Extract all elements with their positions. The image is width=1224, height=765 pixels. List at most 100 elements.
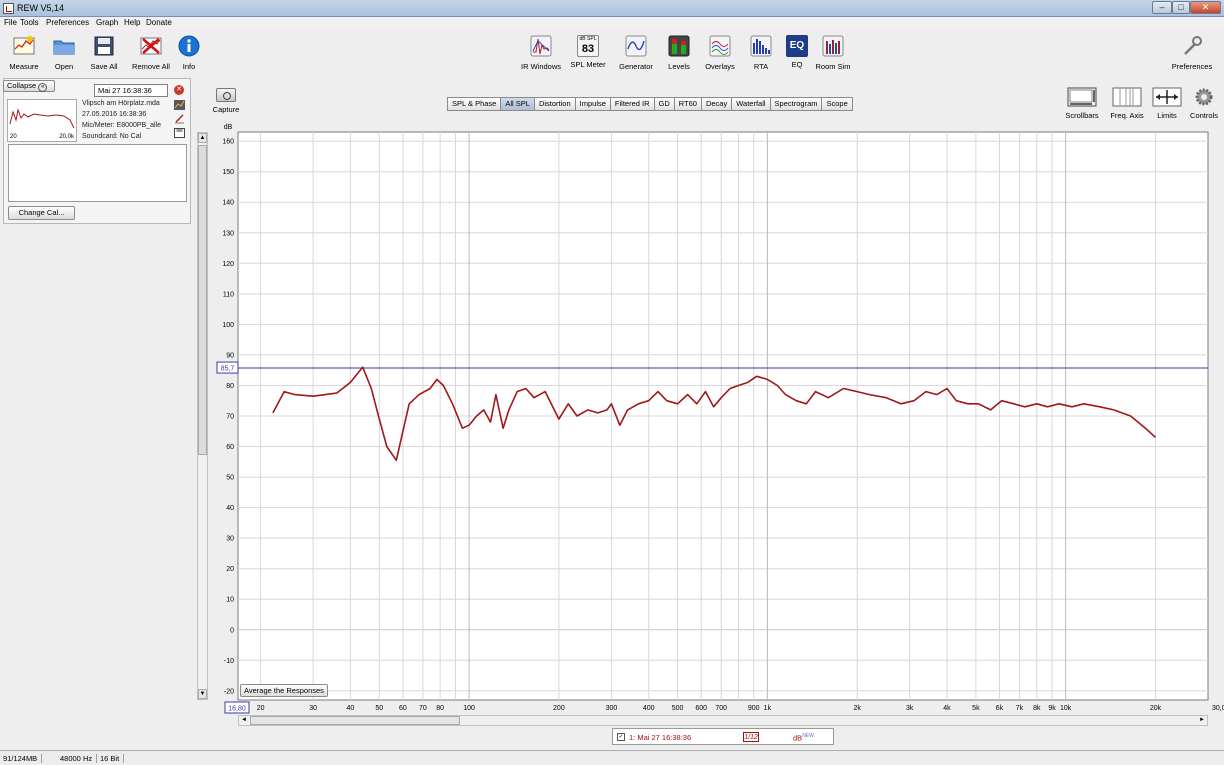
tab-scope[interactable]: Scope [821,97,853,111]
thumbnail-min-label: 20 [10,134,17,140]
menu-graph[interactable]: Graph [96,18,118,27]
y-readout: 85,7 [221,366,235,373]
tab-distortion[interactable]: Distortion [533,97,576,111]
limits-label: Limits [1157,111,1177,120]
wrench-icon [1184,36,1202,55]
levels-label: Levels [668,62,690,71]
measurement-thumbnail[interactable]: 20 20,0k [7,99,77,142]
menu-preferences[interactable]: Preferences [46,18,89,27]
trace-visible-checkbox[interactable]: ✓ [617,733,625,741]
y-tick-label: 90 [226,352,234,359]
average-responses-button[interactable]: Average the Responses [240,684,328,697]
info-button[interactable]: Info [178,35,200,71]
x-tick-label: 40 [346,705,354,712]
tab-all-spl[interactable]: All SPL [500,97,535,111]
x-tick-label: 30 [309,705,317,712]
rta-label: RTA [753,62,769,71]
limits-icon [1152,87,1182,107]
controls-gear-icon [1195,88,1213,106]
room-sim-button[interactable]: Room Sim [814,35,852,71]
tab-waterfall[interactable]: Waterfall [731,97,771,111]
maximize-button[interactable]: □ [1172,1,1190,14]
levels-button[interactable]: Levels [663,35,695,71]
preferences-button[interactable]: Preferences [1168,35,1216,71]
tab-rt60[interactable]: RT60 [673,97,702,111]
status-bar: 91/124MB 48000 Hz 16 Bit [0,750,1224,765]
spl-meter-value: 83 [581,43,595,55]
tab-gd[interactable]: GD [653,97,675,111]
y-tick-label: 120 [222,261,234,268]
scrollbars-button[interactable]: Scrollbars [1062,87,1102,120]
pencil-icon[interactable] [174,114,185,124]
horizontal-scroll-thumb[interactable] [250,716,460,725]
edit-graph-icon[interactable] [174,100,185,110]
change-cal-button[interactable]: Change Cal... [8,206,75,220]
rta-button[interactable]: RTA [748,35,774,71]
ir-windows-button[interactable]: IR Windows [519,35,563,71]
x-tick-label: 20 [257,705,265,712]
tab-spectrogram[interactable]: Spectrogram [769,97,823,111]
scroll-left-icon[interactable]: ◄ [239,716,249,725]
vertical-scrollbar[interactable]: ▲ ▼ [197,132,208,700]
y-tick-label: 100 [222,322,234,329]
ir-windows-label: IR Windows [520,62,561,71]
info-icon [178,35,200,57]
scroll-up-icon[interactable]: ▲ [198,133,207,143]
menu-donate[interactable]: Donate [146,18,172,27]
y-axis-unit-label: dB [224,124,233,131]
y-tick-label: 150 [222,169,234,176]
spl-meter-button[interactable]: dB SPL 83 SPL Meter [569,35,607,69]
close-window-button[interactable]: ✕ [1190,1,1221,14]
tab-decay[interactable]: Decay [700,97,733,111]
generator-button[interactable]: Generator [616,35,656,71]
y-tick-label: 130 [222,230,234,237]
x-tick-label: 2k [853,705,861,712]
title-bar: REW V5,14 – □ ✕ [0,0,1224,17]
minimize-button[interactable]: – [1152,1,1172,14]
open-button[interactable]: Open [48,35,80,71]
x-tick-label: 300 [606,705,618,712]
save-all-label: Save All [90,62,118,71]
smoothing-indicator[interactable]: 1/12 [743,732,759,742]
menu-file[interactable]: File [4,18,17,27]
tab-spl-phase[interactable]: SPL & Phase [447,97,502,111]
x-tick-label: 70 [419,705,427,712]
save-all-button[interactable]: Save All [86,35,122,71]
y-tick-label: 20 [226,566,234,573]
x-tick-label: 900 [748,705,760,712]
scroll-right-icon[interactable]: ► [1197,716,1207,725]
controls-button[interactable]: Controls [1186,87,1222,120]
menu-tools[interactable]: Tools [20,18,39,27]
x-readout: 16,80 [228,706,246,713]
tab-filtered-ir[interactable]: Filtered IR [609,97,655,111]
overlays-button[interactable]: Overlays [702,35,738,71]
measurement-name-field[interactable]: Mai 27 16:38:36 [94,84,168,97]
notes-textarea[interactable] [8,144,187,202]
remove-measurement-icon[interactable]: ✕ [174,85,184,95]
spl-graph[interactable]: dB 1601501401301201101009080706050403020… [208,120,1224,715]
x-tick-label: 9k [1048,705,1056,712]
tab-impulse[interactable]: Impulse [574,97,611,111]
measurement-file: Vlipsch am Hörplatz.mda [82,100,160,107]
scroll-down-icon[interactable]: ▼ [198,689,207,699]
overlays-label: Overlays [705,62,735,71]
trace-legend-label: 1: Mai 27 16:38:36 [629,733,692,742]
measure-button[interactable]: Measure [6,35,42,71]
freq-axis-button[interactable]: Freq. Axis [1106,87,1148,120]
limits-button[interactable]: Limits [1152,87,1182,120]
horizontal-scrollbar[interactable]: ◄ ► [238,715,1208,726]
spl-meter-icon: dB SPL 83 [577,35,599,57]
capture-button[interactable]: Capture [211,88,241,114]
x-tick-labels: 20 30 40 50 60 70 80 100 200 300 400 500 600 700 900 1k… [257,705,1224,712]
eq-label: EQ [791,60,803,69]
save-measurement-icon[interactable] [174,128,185,138]
x-tick-label: 1k [764,705,772,712]
folder-open-icon [53,40,75,55]
collapse-button[interactable]: Collapse « [3,80,55,92]
menu-help[interactable]: Help [124,18,140,27]
vertical-scroll-thumb[interactable] [198,145,207,455]
eq-button[interactable]: EQ EQ [784,35,810,69]
remove-all-button[interactable]: Remove All [128,35,174,71]
app-icon [3,3,14,14]
trace-unit-label: dB [793,733,803,743]
